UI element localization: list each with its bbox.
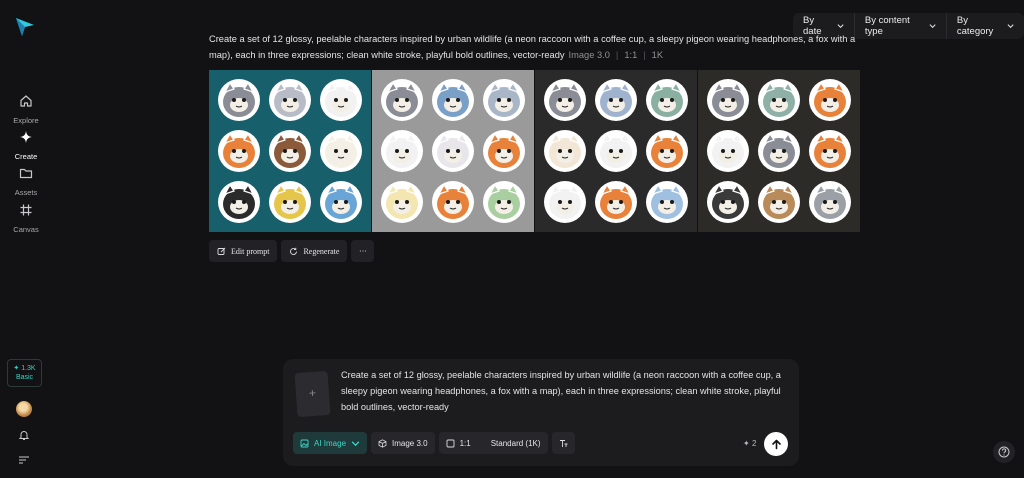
credit-cost: ✦ 2 <box>743 439 757 448</box>
text-format-icon <box>559 439 568 447</box>
sticker-sheet-image <box>372 70 534 232</box>
more-icon: ··· <box>358 246 367 256</box>
avatar[interactable] <box>16 401 32 417</box>
help-icon <box>998 446 1010 458</box>
arrow-up-icon <box>771 439 781 449</box>
generated-image-1[interactable] <box>209 70 371 232</box>
meta-quality: 1K <box>651 50 664 60</box>
refresh-icon <box>290 247 298 255</box>
credits-badge[interactable]: ✦ 1.3K Basic <box>7 359 42 387</box>
sidebar-item-label: Canvas <box>13 225 39 234</box>
sticker-sheet-image <box>209 70 371 232</box>
plan-label: Basic <box>15 374 34 381</box>
canvas-grid-icon <box>20 204 32 216</box>
mode-select[interactable]: AI Image <box>293 432 368 454</box>
help-button[interactable] <box>993 441 1015 463</box>
regenerate-label: Regenerate <box>303 246 340 256</box>
mode-label: AI Image <box>314 438 347 448</box>
image-actions: Edit prompt Regenerate ··· <box>209 240 375 262</box>
edit-prompt-button[interactable]: Edit prompt <box>209 240 278 262</box>
meta-model: Image 3.0 <box>568 50 610 60</box>
send-button[interactable] <box>764 432 788 456</box>
generation-meta: Image 3.0 | 1:1 | 1K <box>568 50 664 60</box>
chevron-down-icon <box>837 24 844 29</box>
cube-icon <box>378 438 387 448</box>
generated-image-3[interactable] <box>535 70 697 232</box>
model-select[interactable]: Image 3.0 <box>371 432 435 454</box>
sidebar-item-create[interactable]: Create <box>0 130 52 164</box>
sidebar-item-canvas[interactable]: Canvas <box>0 203 52 237</box>
meta-ratio: 1:1 <box>624 50 638 60</box>
prompt-composer: + Create a set of 12 glossy, peelable ch… <box>283 359 799 466</box>
chevron-down-icon <box>1007 24 1014 29</box>
chevron-down-icon <box>929 24 936 29</box>
quality-label: Standard (1K) <box>490 438 541 448</box>
generation-prompt: Create a set of 12 glossy, peelable char… <box>209 31 869 63</box>
chevron-down-icon <box>351 440 360 446</box>
filter-by-category[interactable]: By category <box>947 13 1024 39</box>
image-results <box>209 70 861 232</box>
sidebar-item-label: Explore <box>13 116 39 125</box>
menu-icon[interactable] <box>18 455 30 465</box>
folder-icon <box>19 168 33 179</box>
prompt-text: Create a set of 12 glossy, peelable char… <box>209 34 856 60</box>
regenerate-button[interactable]: Regenerate <box>281 240 348 262</box>
credits-value: ✦ 1.3K <box>13 365 36 372</box>
filter-label: By category <box>956 15 994 37</box>
edit-prompt-label: Edit prompt <box>231 246 270 256</box>
more-options-button[interactable]: ··· <box>351 240 375 262</box>
image-mode-icon <box>300 439 309 447</box>
sidebar-item-explore[interactable]: Explore <box>0 94 52 128</box>
edit-icon <box>217 247 226 255</box>
sidebar: Explore Create Assets Canvas ✦ 1.3K Basi… <box>0 0 52 478</box>
upload-reference-button[interactable]: + <box>294 370 331 418</box>
sticker-sheet-image <box>698 70 860 232</box>
generated-image-4[interactable] <box>698 70 860 232</box>
bell-icon[interactable] <box>18 429 30 441</box>
credits-value-text: 1.3K <box>21 365 36 372</box>
prompt-input[interactable]: Create a set of 12 glossy, peelable char… <box>341 367 791 415</box>
ratio-quality-select[interactable]: 1:1 Standard (1K) <box>438 432 548 454</box>
sidebar-item-assets[interactable]: Assets <box>0 166 52 200</box>
generated-image-2[interactable] <box>372 70 534 232</box>
composer-toolbar: AI Image Image 3.0 1:1 Standard (1K) <box>293 432 575 454</box>
plus-icon: + <box>308 385 317 401</box>
text-style-button[interactable] <box>551 432 575 454</box>
sticker-sheet-image <box>535 70 697 232</box>
model-label: Image 3.0 <box>392 438 428 448</box>
logo-icon[interactable] <box>14 16 36 38</box>
sparkle-icon <box>20 131 32 143</box>
cost-value: 2 <box>751 439 757 448</box>
filter-label: By content type <box>864 15 910 37</box>
ratio-label: 1:1 <box>459 438 471 448</box>
sidebar-item-label: Assets <box>14 188 38 197</box>
home-icon <box>20 95 32 107</box>
aspect-ratio-icon <box>446 439 455 447</box>
sidebar-item-label: Create <box>14 152 38 161</box>
